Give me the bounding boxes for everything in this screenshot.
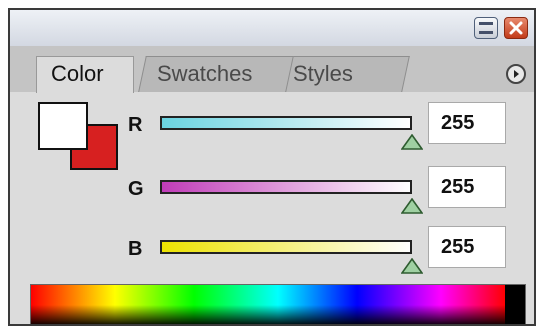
color-spectrum-ramp[interactable] xyxy=(30,284,526,324)
tab-swatches[interactable]: Swatches xyxy=(138,56,294,92)
blue-channel-slider[interactable] xyxy=(160,240,412,254)
tab-color[interactable]: Color xyxy=(36,56,134,93)
spectrum-black-swatch[interactable] xyxy=(507,305,525,324)
tab-strip: Color Swatches Styles xyxy=(10,46,534,93)
close-button[interactable] xyxy=(504,17,528,39)
tab-swatches-label: Swatches xyxy=(157,61,253,86)
blue-channel-label: B xyxy=(128,238,143,260)
green-channel-slider[interactable] xyxy=(160,180,412,194)
red-slider-thumb-icon[interactable] xyxy=(401,134,423,150)
green-channel-label: G xyxy=(128,178,144,200)
blue-slider-thumb-icon[interactable] xyxy=(401,258,423,274)
panel-titlebar xyxy=(10,10,534,46)
tab-styles-label: Styles xyxy=(293,61,353,86)
color-panel: Color Swatches Styles R 255 G 255 B 255 xyxy=(8,8,536,326)
green-value-field[interactable]: 255 xyxy=(428,166,506,208)
blue-value-field[interactable]: 255 xyxy=(428,226,506,268)
red-channel-label: R xyxy=(128,114,143,136)
tab-styles[interactable]: Styles xyxy=(274,56,410,92)
green-slider-thumb-icon[interactable] xyxy=(401,198,423,214)
foreground-color-swatch[interactable] xyxy=(38,102,88,150)
red-channel-slider[interactable] xyxy=(160,116,412,130)
tab-color-label: Color xyxy=(51,61,104,86)
minimize-button[interactable] xyxy=(474,17,498,39)
panel-menu-button[interactable] xyxy=(506,64,526,84)
color-panel-content: R 255 G 255 B 255 xyxy=(10,92,534,324)
red-value-field[interactable]: 255 xyxy=(428,102,506,144)
